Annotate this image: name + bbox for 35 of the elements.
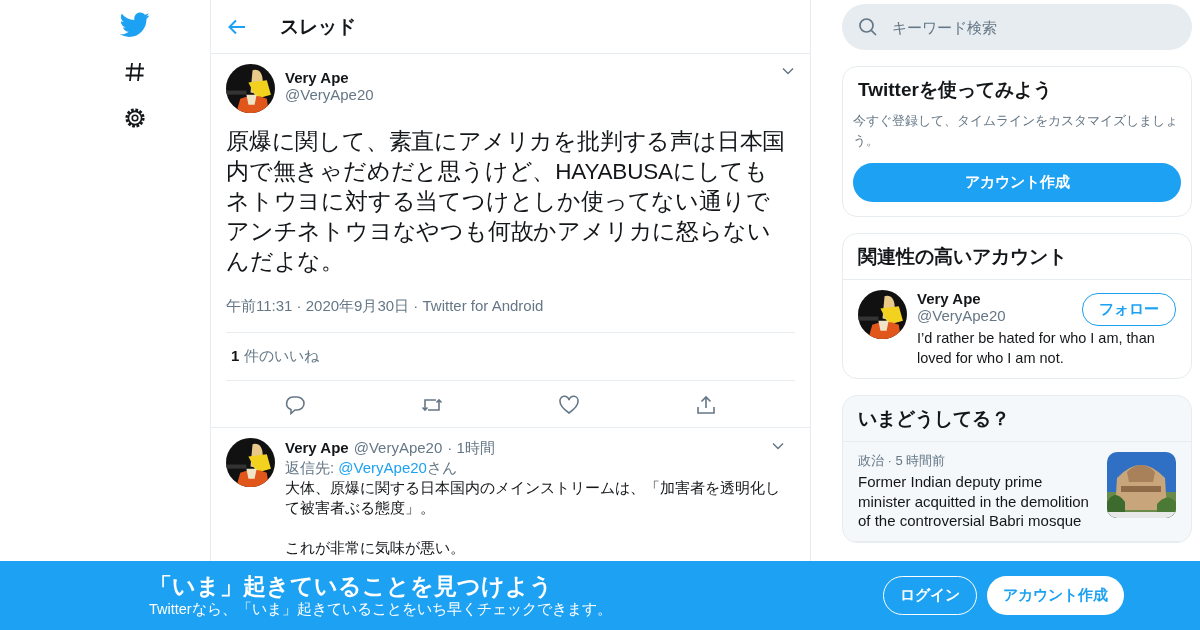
signup-button[interactable]: アカウント作成 [853, 163, 1181, 202]
hashtag-icon[interactable] [123, 60, 147, 84]
user-bio: I’d rather be hated for who I am, than loved for who I am not. [917, 329, 1156, 368]
settings-icon[interactable] [123, 106, 147, 130]
search-icon [858, 17, 878, 37]
card-title: いまどうしてる？ [843, 396, 1191, 442]
user-name[interactable]: Very Ape [285, 438, 349, 458]
signup-button[interactable]: アカウント作成 [987, 576, 1124, 615]
mention-link[interactable]: @VeryApe20 [338, 459, 427, 476]
comment-icon[interactable] [283, 394, 306, 416]
share-icon[interactable] [695, 394, 718, 416]
bird-icon[interactable] [120, 12, 150, 38]
news-headline[interactable]: Former Indian deputy prime minister acquitted in the demolition of the controversial Babri mosque [858, 472, 1097, 531]
banner-subtitle: Twitterなら、「いま」起きていることをいち早くチェックできます。 [149, 600, 613, 619]
heart-icon[interactable] [558, 394, 581, 416]
card-text: 今すぐ登録して、タイムラインをカスタマイズしましょう。 [853, 112, 1179, 150]
reply-text: 大体、原爆に関する日本国内のメインストリームは、「加害者を透明化して被害者ぶる態度」。 [285, 478, 781, 518]
banner-title: 「いま」起きていることを見つけよう [149, 572, 554, 600]
card-title: Twitterを使ってみよう [857, 78, 1053, 102]
follow-button[interactable]: フォロー [1082, 293, 1176, 326]
tweet-age: · 1時間 [447, 438, 495, 458]
user-handle[interactable]: @VeryApe20 [353, 438, 443, 458]
user-handle[interactable]: @VeryApe20 [917, 307, 1006, 324]
card-title: 関連性の高いアカウント [843, 234, 1191, 280]
likes-count[interactable]: 1 件のいいね [231, 347, 319, 364]
reply-text: これが非常に気味が悪い。 [285, 538, 466, 558]
user-name[interactable]: Very Ape [285, 69, 374, 86]
trend-meta: 政治 · 5 時間前 [858, 452, 947, 470]
tweet-text: 原爆に関して、素直にアメリカを批判する声は日本国内で無きゃだめだと思うけど、HAYABUSAにしてもネトウヨに対する当てつけとしか使ってない通りでアンチネトウヨなやつも何故かアメリカに怒らないんだよな。 [226, 128, 787, 276]
user-handle[interactable]: @VeryApe20 [285, 86, 374, 103]
page-title: スレッド [280, 14, 356, 39]
tweet-timestamp: 午前11:31 · 2020年9月30日 · Twitter for Android [226, 289, 795, 333]
user-name[interactable]: Very Ape [917, 290, 1006, 307]
reply-to-line: 返信先: @VeryApe20さん [285, 458, 458, 478]
search-field[interactable]: キーワード検索 [842, 4, 1192, 50]
